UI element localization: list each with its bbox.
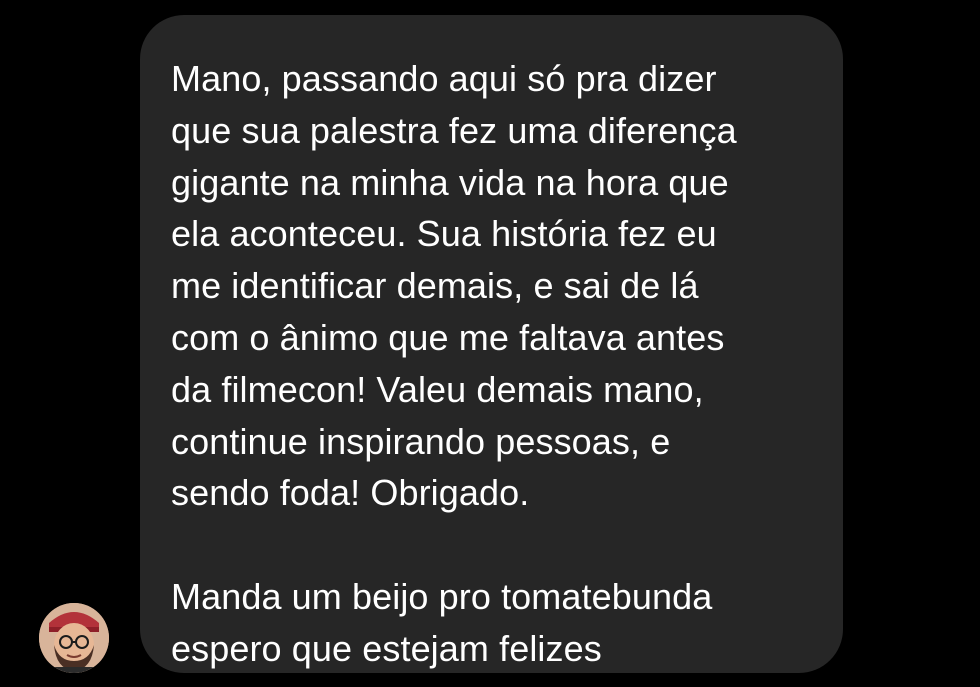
avatar-photo-icon: [39, 603, 109, 673]
message-paragraph-2: Manda um beijo pro tomatebunda espero qu…: [171, 575, 713, 669]
message-bubble[interactable]: Mano, passando aqui só pra dizer que sua…: [140, 15, 843, 673]
message-paragraph-1: Mano, passando aqui só pra dizer que sua…: [171, 58, 737, 514]
chat-screen: Mano, passando aqui só pra dizer que sua…: [0, 0, 980, 687]
sender-avatar[interactable]: [39, 603, 109, 673]
